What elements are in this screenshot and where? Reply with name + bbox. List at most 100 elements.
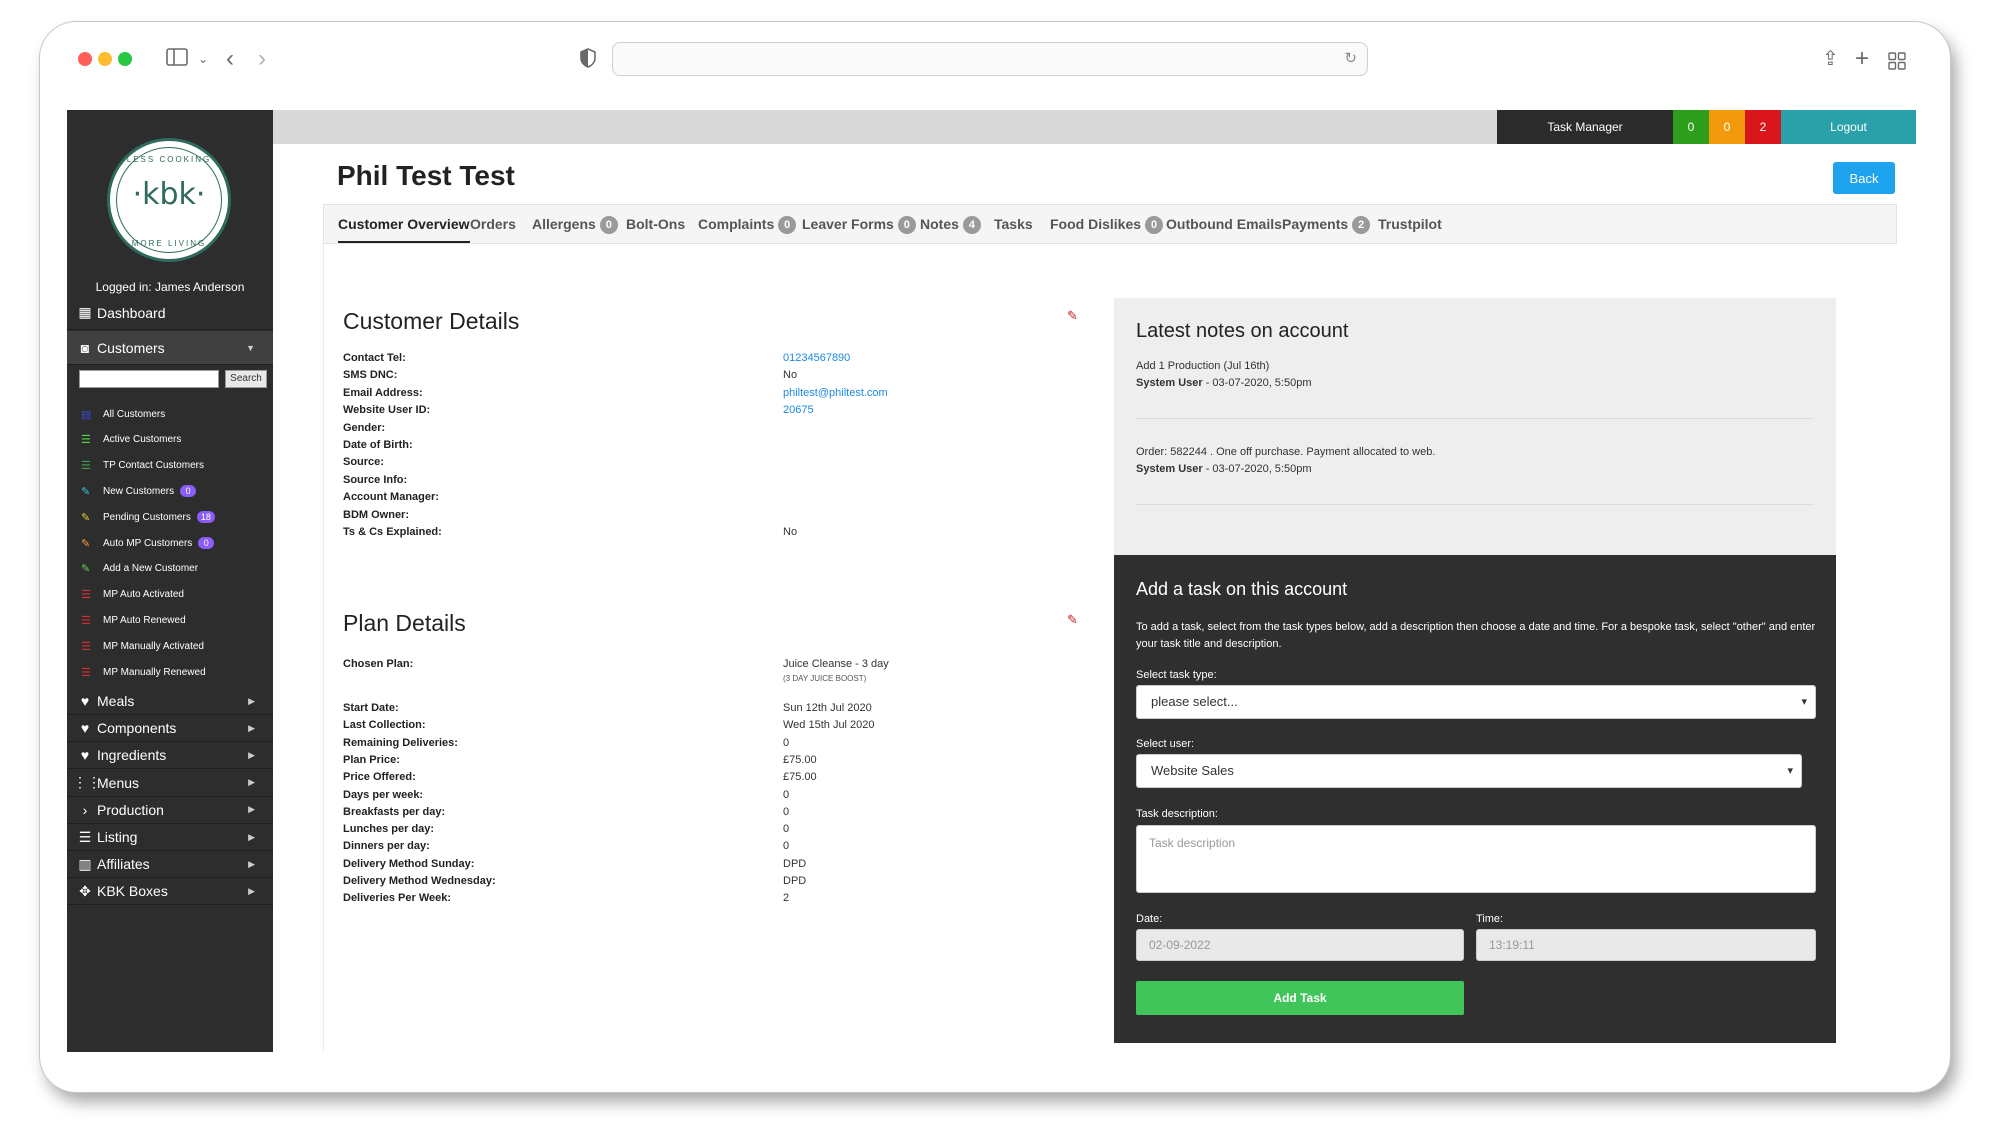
sidebar-subitem-label: Add a New Customer [103,563,199,575]
boxes-icon: ✥ [79,882,91,899]
chevron-down-icon[interactable]: ⌄ [198,44,208,74]
plan-field-label: Last Collection: [343,719,426,732]
sidebar-subitem[interactable]: ☰ MP Auto Activated [81,585,184,605]
back-button[interactable]: Back [1833,162,1895,194]
select-user-value: Website Sales [1151,763,1234,778]
time-label: Time: [1476,913,1504,925]
back-arrow-icon[interactable]: ‹ [226,44,234,74]
sidebar-item-meals[interactable]: ♥ Meals ▶ [67,688,273,715]
pencil-icon: ✎ [81,537,91,550]
minimize-window-button[interactable] [98,52,112,66]
task-manager-button[interactable]: Task Manager [1497,110,1673,144]
time-field[interactable]: 13:19:11 [1476,929,1816,961]
task-count-red[interactable]: 2 [1745,110,1781,144]
sidebar-item-kbk-boxes[interactable]: ✥ KBK Boxes ▶ [67,878,273,906]
tab-label: Bolt-Ons [626,216,686,232]
customer-field-label: Ts & Cs Explained: [343,526,442,538]
tab-orders[interactable]: Orders [470,205,516,243]
sidebar-item-production[interactable]: › Production ▶ [67,797,273,824]
list-icon: ☰ [78,828,92,845]
sidebar-subitem[interactable]: ☰ MP Auto Renewed [81,610,186,630]
sidebar-item-customers[interactable]: ◙ Customers ▼ [67,331,273,365]
shield-icon[interactable] [580,46,596,76]
add-task-panel: Add a task on this account To add a task… [1114,555,1836,1043]
tab-complaints[interactable]: Complaints 0 [698,205,797,243]
sidebar-item-menus[interactable]: ⋮⋮ Menus ▶ [67,770,273,797]
sidebar-subitem-label: TP Contact Customers [103,460,204,472]
reload-icon[interactable]: ↻ [1344,49,1357,67]
sidebar-subitem[interactable]: ☰ TP Contact Customers [81,456,204,476]
tab-overview-icon[interactable] [1888,48,1906,78]
sidebar-subitem[interactable]: ☰ Active Customers [81,430,181,450]
plan-field-value: DPD [783,857,807,870]
customer-field-value[interactable]: 01234567890 [783,352,850,364]
customer-search-input[interactable] [79,370,219,388]
tab-allergens[interactable]: Allergens 0 [532,205,618,243]
customer-field-label: SMS DNC: [343,369,398,382]
tab-notes[interactable]: Notes 4 [920,205,981,243]
task-description-textarea[interactable]: Task description [1136,825,1816,893]
sidebar-subitem[interactable]: ▤ All Customers [81,404,165,424]
list-icon: ▤ [81,408,92,421]
browser-toolbar: ⌄ ‹ › ↻ ⇪ + [40,22,1950,108]
sidebar-subitem[interactable]: ☰ MP Manually Renewed [81,662,206,682]
logo-arc-top: LESS COOKING [126,155,212,164]
forward-arrow-icon[interactable]: › [258,44,266,74]
sidebar-toggle-icon[interactable] [166,44,188,74]
plan-field-label: Dinners per day: [343,840,430,853]
plan-field-value: DPD [783,875,807,887]
plan-field-value: £75.00 [783,771,817,784]
address-bar[interactable]: ↻ [612,42,1368,76]
customer-field-label: BDM Owner: [343,508,409,521]
date-field[interactable]: 02-09-2022 [1136,929,1464,961]
close-window-button[interactable] [78,52,92,66]
customer-field-value[interactable]: philtest@philtest.com [783,387,888,399]
task-count-orange[interactable]: 0 [1709,110,1745,144]
customer-field-value[interactable]: 20675 [783,404,814,416]
tab-label: Payments [1282,216,1349,232]
sidebar-subitem[interactable]: ✎ Auto MP Customers 0 [81,533,215,553]
tab-tasks[interactable]: Tasks [994,205,1033,243]
zoom-window-button[interactable] [118,52,132,66]
sidebar-item-components[interactable]: ♥ Components ▶ [67,715,273,743]
tab-count-badge: 4 [962,216,981,234]
list-icon: ☰ [81,666,91,679]
sidebar-item-affiliates[interactable]: ▥ Affiliates ▶ [67,851,273,879]
logout-button[interactable]: Logout [1781,110,1916,144]
note-author: System User [1136,463,1203,475]
tab-outbound-emails[interactable]: Outbound Emails [1166,205,1282,243]
tab-leaver-forms[interactable]: Leaver Forms 0 [802,205,916,243]
task-type-select[interactable]: please select... ▾ [1136,685,1816,719]
tab-trustpilot[interactable]: Trustpilot [1378,205,1442,243]
customer-search-button[interactable]: Search [225,370,267,388]
note-meta: System User - 03-07-2020, 5:50pm [1136,463,1312,475]
plan-field-value: 0 [783,840,790,853]
sidebar-item-label: Production [97,801,164,818]
tab-food-dislikes[interactable]: Food Dislikes 0 [1050,205,1164,243]
tab-bolt-ons[interactable]: Bolt-Ons [626,205,685,243]
list-icon: ☰ [81,589,91,602]
select-user-select[interactable]: Website Sales ▾ [1136,754,1802,788]
customer-field-label: Email Address: [343,386,423,399]
tab-count-badge: 0 [778,216,797,234]
sidebar-subitem[interactable]: ✎ Pending Customers 18 [81,507,215,527]
tab-customer-overview[interactable]: Customer Overview [338,205,470,243]
sidebar-subitem-label: MP Auto Renewed [103,614,186,626]
sidebar-item-dashboard[interactable]: ▦ Dashboard [67,296,273,330]
sidebar-subitem[interactable]: ✎ New Customers 0 [81,481,197,501]
new-tab-icon[interactable]: + [1855,44,1869,74]
sidebar-item-listing[interactable]: ☰ Listing ▶ [67,824,273,851]
tab-payments[interactable]: Payments 2 [1282,205,1371,243]
edit-customer-pencil-icon[interactable]: ✎ [1067,308,1078,324]
sidebar-item-ingredients[interactable]: ♥ Ingredients ▶ [67,742,273,770]
task-count-green[interactable]: 0 [1673,110,1709,144]
sidebar-subitem[interactable]: ✎ Add a New Customer [81,559,198,579]
sidebar-item-label: Menus [97,774,140,791]
kbk-logo[interactable]: LESS COOKING ·kbk· MORE LIVING [107,138,231,262]
sidebar-subitem[interactable]: ☰ MP Manually Activated [81,636,204,656]
share-icon[interactable]: ⇪ [1822,44,1839,74]
sidebar-subitem-label: MP Auto Activated [103,589,184,601]
edit-plan-pencil-icon[interactable]: ✎ [1067,612,1078,628]
note-text: Order: 582244 . One off purchase. Paymen… [1136,446,1436,458]
add-task-button[interactable]: Add Task [1136,981,1464,1015]
